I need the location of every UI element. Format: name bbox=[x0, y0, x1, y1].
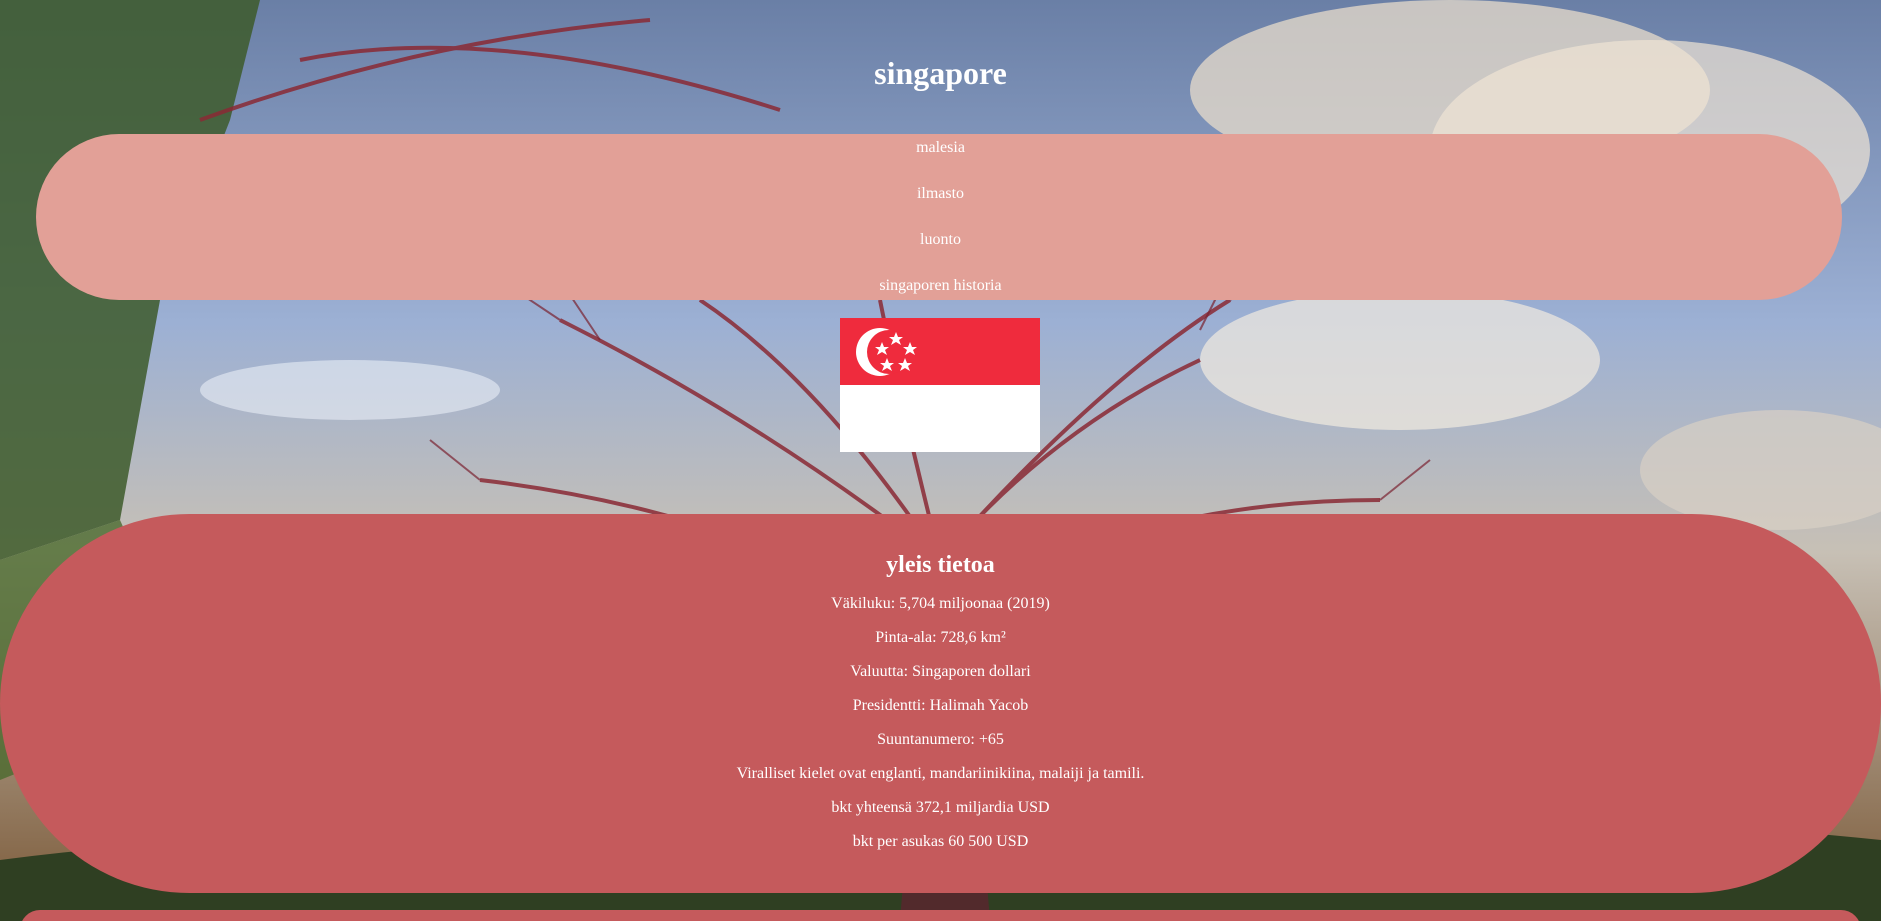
info-gdp-per-capita: bkt per asukas 60 500 USD bbox=[852, 833, 1029, 850]
flag-white-band bbox=[840, 385, 1040, 452]
nav-menu: malesia ilmasto luonto singaporen histor… bbox=[0, 134, 1881, 318]
nav-item-malesia: malesia bbox=[0, 134, 1881, 180]
nav-item-ilmasto: ilmasto bbox=[0, 180, 1881, 226]
info-languages: Viralliset kielet ovat englanti, mandari… bbox=[736, 765, 1145, 782]
nav-link-luonto[interactable]: luonto bbox=[920, 231, 961, 248]
info-heading: yleis tietoa bbox=[886, 552, 995, 578]
nav-item-luonto: luonto bbox=[0, 226, 1881, 272]
page: singapore malesia ilmasto luonto singapo… bbox=[0, 0, 1881, 921]
singapore-flag bbox=[840, 318, 1040, 452]
nav-item-singaporen-historia: singaporen historia bbox=[0, 272, 1881, 318]
nav-link-malesia[interactable]: malesia bbox=[916, 139, 965, 156]
info-currency: Valuutta: Singaporen dollari bbox=[850, 663, 1031, 680]
info-president: Presidentti: Halimah Yacob bbox=[852, 697, 1029, 714]
general-info-panel: yleis tietoa Väkiluku: 5,704 miljoonaa (… bbox=[0, 514, 1881, 893]
info-area: Pinta-ala: 728,6 km² bbox=[875, 629, 1006, 646]
info-gdp-total: bkt yhteensä 372,1 miljardia USD bbox=[831, 799, 1050, 816]
info-country-code: Suuntanumero: +65 bbox=[877, 731, 1004, 748]
nav-link-ilmasto[interactable]: ilmasto bbox=[917, 185, 964, 202]
page-title: singapore bbox=[874, 55, 1007, 91]
info-population: Väkiluku: 5,704 miljoonaa (2019) bbox=[831, 595, 1050, 612]
next-section-panel bbox=[20, 910, 1861, 921]
nav-link-singaporen-historia[interactable]: singaporen historia bbox=[879, 277, 1001, 294]
